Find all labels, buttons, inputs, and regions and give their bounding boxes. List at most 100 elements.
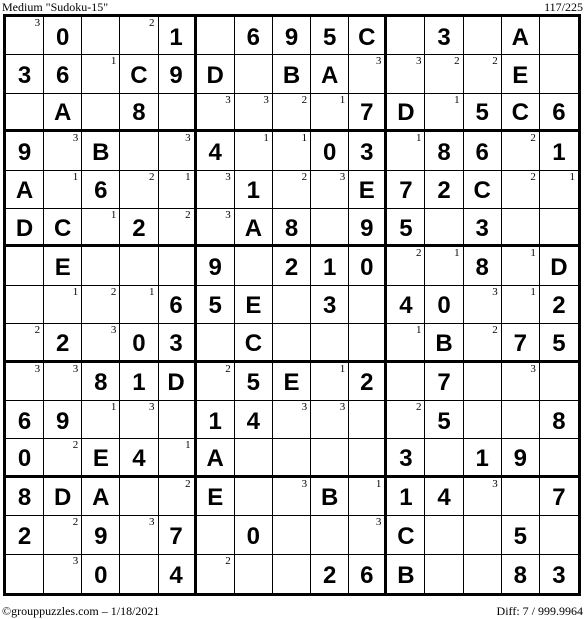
grid-cell[interactable]: [82, 247, 121, 286]
grid-cell[interactable]: 3: [234, 93, 273, 133]
grid-cell[interactable]: 1: [425, 247, 464, 286]
grid-cell[interactable]: [6, 247, 45, 286]
grid-cell[interactable]: 1: [387, 132, 426, 171]
grid-cell[interactable]: 3: [311, 285, 350, 325]
grid-cell[interactable]: E: [44, 247, 83, 286]
grid-cell[interactable]: [6, 285, 45, 325]
grid-cell[interactable]: D: [6, 209, 45, 248]
grid-cell[interactable]: 2: [120, 17, 159, 56]
grid-cell[interactable]: [272, 516, 312, 555]
grid-cell[interactable]: A: [196, 439, 235, 478]
grid-cell[interactable]: 9: [44, 401, 83, 440]
grid-cell[interactable]: 4: [196, 132, 235, 171]
grid-cell[interactable]: [464, 554, 502, 593]
grid-cell[interactable]: 1: [349, 477, 388, 517]
grid-cell[interactable]: 3: [463, 285, 502, 325]
grid-cell[interactable]: 2: [82, 285, 121, 325]
grid-cell[interactable]: 1: [158, 17, 197, 56]
grid-cell[interactable]: 3: [6, 362, 45, 401]
grid-cell[interactable]: D: [44, 477, 83, 517]
grid-cell[interactable]: 0: [349, 247, 388, 286]
grid-cell[interactable]: 2: [425, 170, 464, 209]
grid-cell[interactable]: 2: [311, 554, 350, 593]
grid-cell[interactable]: 9: [196, 247, 235, 286]
grid-cell[interactable]: 0: [120, 324, 159, 363]
grid-cell[interactable]: 3: [120, 516, 159, 555]
grid-cell[interactable]: 3: [501, 362, 540, 401]
grid-cell[interactable]: A: [44, 93, 83, 133]
grid-cell[interactable]: 3: [463, 209, 502, 248]
grid-cell[interactable]: 6: [349, 554, 388, 593]
grid-cell[interactable]: 3: [196, 170, 235, 209]
grid-cell[interactable]: [158, 401, 197, 440]
grid-cell[interactable]: C: [234, 324, 273, 363]
grid-cell[interactable]: 4: [425, 477, 464, 517]
grid-cell[interactable]: 7: [539, 478, 578, 517]
grid-cell[interactable]: 8: [463, 247, 502, 286]
grid-cell[interactable]: C: [349, 17, 388, 56]
grid-cell[interactable]: [82, 17, 121, 56]
grid-cell[interactable]: [539, 17, 578, 56]
grid-cell[interactable]: 5: [501, 516, 540, 555]
grid-cell[interactable]: 2: [158, 477, 197, 517]
grid-cell[interactable]: 1: [234, 170, 273, 209]
grid-cell[interactable]: [82, 93, 121, 133]
grid-cell[interactable]: 6: [6, 401, 45, 440]
grid-cell[interactable]: [349, 439, 388, 478]
grid-cell[interactable]: 2: [196, 362, 235, 401]
grid-cell[interactable]: [539, 516, 578, 555]
grid-cell[interactable]: 2: [463, 324, 502, 363]
grid-cell[interactable]: [463, 516, 502, 555]
grid-cell[interactable]: 9: [158, 55, 197, 94]
grid-cell[interactable]: 2: [272, 247, 312, 286]
grid-cell[interactable]: 6: [82, 170, 121, 209]
grid-cell[interactable]: 6: [158, 285, 197, 325]
grid-cell[interactable]: 5: [234, 362, 273, 401]
grid-cell[interactable]: [120, 132, 159, 171]
grid-cell[interactable]: 5: [387, 209, 426, 248]
grid-cell[interactable]: [272, 324, 312, 363]
grid-cell[interactable]: B: [272, 55, 312, 94]
grid-cell[interactable]: [196, 324, 235, 363]
grid-cell[interactable]: 4: [120, 439, 159, 478]
grid-cell[interactable]: 0: [234, 516, 273, 555]
grid-cell[interactable]: [463, 362, 502, 401]
grid-cell[interactable]: [196, 516, 235, 555]
grid-cell[interactable]: 9: [82, 516, 121, 555]
grid-cell[interactable]: 3: [272, 477, 312, 517]
grid-cell[interactable]: E: [82, 439, 121, 478]
grid-cell[interactable]: 3: [158, 324, 197, 363]
grid-cell[interactable]: [234, 477, 273, 517]
grid-cell[interactable]: 6: [539, 94, 578, 133]
grid-cell[interactable]: A: [311, 55, 350, 94]
grid-cell[interactable]: [425, 439, 464, 478]
grid-cell[interactable]: 1: [501, 247, 540, 286]
grid-cell[interactable]: 3: [272, 401, 312, 440]
grid-cell[interactable]: 4: [387, 285, 426, 325]
grid-cell[interactable]: B: [425, 324, 464, 363]
grid-cell[interactable]: 1: [539, 132, 578, 171]
grid-cell[interactable]: [539, 363, 578, 401]
grid-cell[interactable]: 3: [463, 477, 502, 517]
grid-cell[interactable]: 3: [44, 132, 83, 171]
grid-cell[interactable]: 3: [349, 55, 388, 94]
grid-cell[interactable]: [501, 477, 540, 517]
grid-cell[interactable]: C: [120, 55, 159, 94]
grid-cell[interactable]: E: [272, 362, 312, 401]
grid-cell[interactable]: [272, 285, 312, 325]
grid-cell[interactable]: E: [196, 477, 235, 517]
grid-cell[interactable]: 6: [234, 17, 273, 56]
grid-cell[interactable]: 8: [272, 209, 312, 248]
grid-cell[interactable]: 2: [120, 209, 159, 248]
grid-cell[interactable]: [272, 439, 312, 478]
grid-cell[interactable]: [539, 55, 578, 94]
grid-cell[interactable]: A: [234, 209, 273, 248]
grid-cell[interactable]: 2: [387, 247, 426, 286]
grid-cell[interactable]: A: [6, 170, 45, 209]
grid-cell[interactable]: 8: [502, 554, 540, 593]
grid-cell[interactable]: 6: [463, 132, 502, 171]
grid-cell[interactable]: [120, 554, 159, 593]
grid-cell[interactable]: 1: [44, 170, 83, 209]
grid-cell[interactable]: C: [463, 170, 502, 209]
grid-cell[interactable]: 1: [120, 362, 159, 401]
